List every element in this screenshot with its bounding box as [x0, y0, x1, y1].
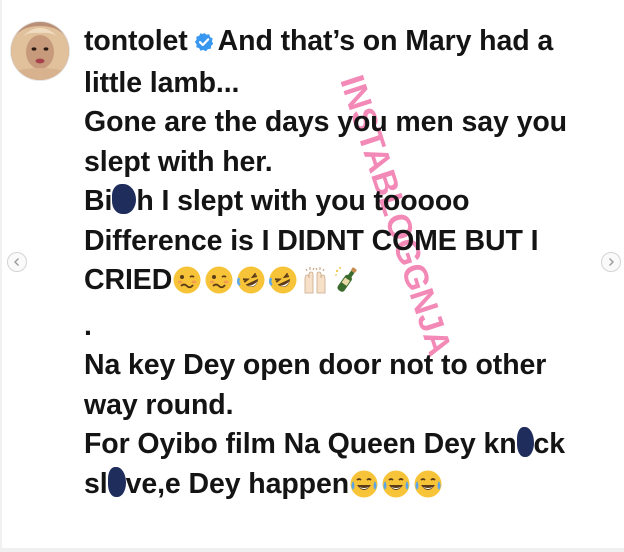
woozy-face-icon: [172, 265, 202, 307]
woozy-face-icon: [204, 265, 234, 307]
comment-line-7: CRIED: [84, 261, 614, 307]
comment-line-5: Bi h I slept with you tooooo: [84, 182, 614, 222]
comment-text-11a: For Oyibo film Na Queen Dey kn: [84, 428, 517, 460]
comment-body: tontolet And that’s on Mary had a little …: [84, 22, 614, 510]
carousel-next-button[interactable]: [601, 252, 621, 272]
comment-line-10: way round.: [84, 388, 234, 421]
comment-line-12: sl ve,e Dey happen: [84, 465, 614, 511]
ink-blot-censor-icon: [112, 184, 137, 214]
username-link[interactable]: tontolet: [84, 25, 188, 57]
comment-text-5a: Bi: [84, 185, 113, 217]
avatar-image: [11, 22, 69, 80]
chevron-left-icon: [14, 258, 19, 266]
comment-line-2: little lamb...: [84, 66, 240, 99]
verified-badge-icon: [194, 24, 214, 64]
comment-text-5b: h I slept with you tooooo: [136, 185, 470, 217]
bottle-popping-cork-icon: [332, 265, 362, 307]
face-with-tears-of-joy-icon: [413, 469, 443, 511]
comment-line-6: Difference is I DIDNT COME BUT I: [84, 224, 539, 257]
comment-line-3: Gone are the days you men say you: [84, 106, 567, 138]
chevron-right-icon: [609, 258, 614, 266]
rolling-on-floor-laughing-icon: [268, 265, 298, 307]
rolling-on-floor-laughing-icon: [236, 265, 266, 307]
avatar[interactable]: [11, 22, 69, 80]
bottom-divider: [0, 548, 624, 552]
comment-line-11: For Oyibo film Na Queen Dey kn ck: [84, 425, 614, 465]
raising-hands-icon: [300, 265, 330, 307]
left-divider: [0, 0, 2, 552]
comment-line-4: slept with her.: [84, 145, 273, 178]
comment-text-7: CRIED: [84, 264, 173, 296]
comment-line-1: tontolet And that’s on Mary had a: [84, 22, 614, 64]
carousel-prev-button[interactable]: [7, 252, 27, 272]
comment-line-8: .: [84, 309, 92, 342]
ink-blot-censor-icon: [516, 427, 534, 457]
instagram-comment-screenshot: INSTABLOGGNJA tontolet And that’s on Mary…: [0, 0, 624, 552]
comment-text-1: And that’s on Mary had a: [217, 25, 554, 57]
comment-text-12b: ve,e Dey happen: [125, 467, 350, 500]
ink-blot-censor-icon: [107, 466, 126, 497]
face-with-tears-of-joy-icon: [381, 469, 411, 511]
comment-text-11b: ck: [533, 428, 566, 460]
comment-text-12a: sl: [84, 467, 108, 500]
face-with-tears-of-joy-icon: [349, 469, 379, 511]
comment-line-9: Na key Dey open door not to other: [84, 349, 547, 381]
